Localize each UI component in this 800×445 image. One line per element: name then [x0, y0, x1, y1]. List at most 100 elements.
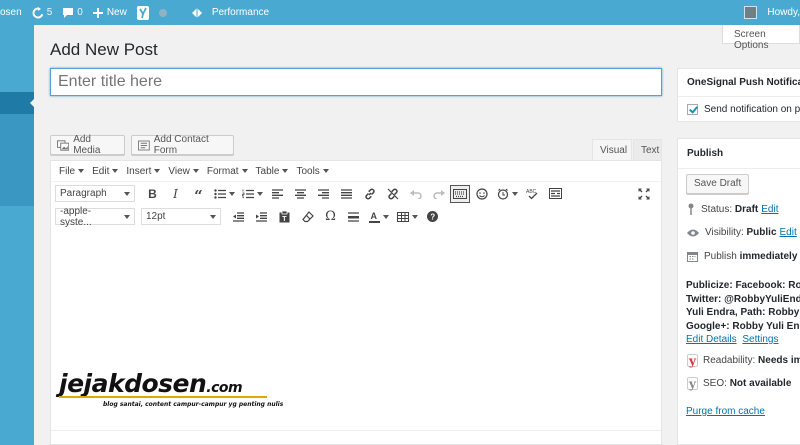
caret-down-icon	[154, 169, 161, 173]
seo-row: y SEO: Not available	[687, 377, 792, 391]
align-justify-button[interactable]	[335, 184, 358, 203]
clock-button[interactable]	[493, 184, 521, 203]
horizontal-line-button[interactable]	[342, 207, 365, 226]
align-justify-icon	[341, 188, 352, 199]
send-notification-row[interactable]: Send notification on po	[678, 97, 800, 121]
bold-button[interactable]: B	[141, 184, 164, 203]
indent-button[interactable]	[250, 207, 273, 226]
readability-row: y Readability: Needs impr	[687, 354, 800, 368]
account-menu[interactable]: Howdy,	[744, 0, 800, 25]
svg-text:A: A	[371, 211, 378, 221]
clear-formatting-button[interactable]	[296, 207, 319, 226]
menu-tools[interactable]: Tools	[292, 166, 332, 177]
status-row: Status: Draft Edit	[687, 203, 779, 215]
updates-count: 5	[46, 7, 53, 18]
menu-table[interactable]: Table	[252, 166, 293, 177]
status-value: Draft	[734, 203, 759, 215]
align-right-icon	[318, 188, 329, 199]
caret-down-icon	[124, 191, 130, 196]
screen-options-button[interactable]: Screen Options	[722, 25, 800, 51]
caret-down-icon	[383, 214, 389, 219]
logo-underline	[59, 396, 267, 398]
text-color-button[interactable]: A	[365, 207, 393, 226]
paste-text-button[interactable]: T	[273, 207, 296, 226]
add-contact-form-button[interactable]: Add Contact Form	[131, 134, 234, 156]
tab-visual[interactable]: Visual	[592, 139, 632, 160]
menu-edit[interactable]: Edit	[88, 166, 122, 177]
menu-insert[interactable]: Insert	[122, 166, 164, 177]
font-size-select[interactable]: 12pt	[141, 208, 221, 225]
spellcheck-icon: ABC	[526, 189, 538, 199]
calendar-icon	[687, 252, 698, 262]
new-content-link[interactable]: New	[88, 0, 132, 25]
page-title: Add New Post	[50, 40, 158, 59]
keyboard-icon	[453, 188, 467, 199]
spellcheck-button[interactable]: ABC	[521, 184, 544, 203]
caret-down-icon	[192, 169, 199, 173]
undo-button[interactable]	[404, 184, 427, 203]
align-left-button[interactable]	[266, 184, 289, 203]
admin-sidebar	[0, 25, 35, 445]
unlink-button[interactable]	[381, 184, 404, 203]
menu-format[interactable]: Format	[203, 166, 252, 177]
onesignal-box: OneSignal Push Notificat Send notificati…	[677, 68, 800, 122]
redo-icon	[432, 189, 445, 199]
sidebar-item-posts[interactable]	[0, 92, 35, 114]
site-name-link[interactable]: osen	[0, 0, 27, 25]
menu-file[interactable]: File	[55, 166, 88, 177]
site-name: osen	[0, 7, 22, 18]
toolbar-toggle-button[interactable]	[450, 184, 470, 203]
seo-label: SEO:	[703, 378, 727, 389]
seo-value: Not available	[729, 378, 792, 389]
yoast-link[interactable]	[132, 0, 154, 25]
updates-link[interactable]: 5	[27, 0, 58, 25]
numbered-list-button[interactable]	[238, 184, 266, 203]
screen-options-label: Screen Options	[734, 29, 769, 51]
redo-button[interactable]	[427, 184, 450, 203]
logo-tld: .com	[206, 380, 243, 396]
caret-down-icon	[282, 169, 289, 173]
publish-value: immediately	[739, 251, 798, 262]
menu-format-label: Format	[206, 165, 239, 177]
align-right-button[interactable]	[312, 184, 335, 203]
emoji-button[interactable]	[470, 184, 493, 203]
send-notification-checkbox[interactable]	[687, 104, 698, 115]
caret-down-icon	[228, 191, 235, 196]
blockquote-button[interactable]: “	[187, 184, 210, 204]
logo-tagline: blog santai, content campur-campur yg pe…	[103, 401, 284, 408]
svg-text:?: ?	[430, 213, 435, 222]
fullscreen-button[interactable]	[632, 184, 655, 203]
align-center-icon	[295, 188, 306, 199]
caret-down-icon	[124, 214, 130, 219]
post-title-input[interactable]	[50, 68, 662, 96]
menu-view[interactable]: View	[164, 166, 203, 177]
outdent-icon	[233, 211, 244, 222]
edit-status-link[interactable]: Edit	[761, 204, 778, 215]
tab-text[interactable]: Text	[633, 139, 662, 160]
edit-visibility-link[interactable]: Edit	[780, 227, 797, 238]
italic-button[interactable]: I	[164, 184, 187, 203]
editor-menubar: File Edit Insert View Format Table Tools	[51, 161, 661, 182]
menu-edit-label: Edit	[92, 165, 110, 177]
visibility-label: Visibility:	[705, 227, 744, 238]
purge-cache-link[interactable]: Purge from cache	[686, 406, 765, 417]
outdent-button[interactable]	[227, 207, 250, 226]
insert-link-button[interactable]	[358, 184, 381, 203]
edit-details-link[interactable]: Edit Details	[686, 334, 737, 345]
font-family-select[interactable]: -apple-syste...	[55, 206, 135, 228]
table-button[interactable]	[393, 207, 421, 226]
add-media-button[interactable]: Add Media	[50, 134, 125, 156]
align-center-button[interactable]	[289, 184, 312, 203]
save-draft-button[interactable]: Save Draft	[686, 174, 750, 194]
help-button[interactable]: ?	[421, 207, 444, 226]
format-select[interactable]: Paragraph	[55, 185, 135, 202]
bullet-list-button[interactable]	[210, 184, 238, 203]
caret-down-icon	[241, 169, 248, 173]
special-character-button[interactable]: Ω	[319, 207, 342, 226]
publicize-settings-link[interactable]: Settings	[742, 334, 778, 345]
performance-link[interactable]: Performance	[186, 0, 274, 25]
comments-link[interactable]: 0	[57, 0, 88, 25]
font-size-value: 12pt	[146, 211, 166, 222]
performance-icon	[191, 7, 202, 18]
read-more-button[interactable]	[544, 184, 567, 203]
